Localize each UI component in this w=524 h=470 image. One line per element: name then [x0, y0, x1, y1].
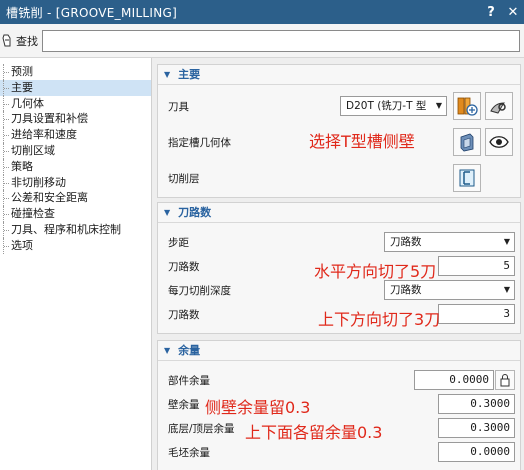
dropdown-arrow-icon: ▼ — [503, 285, 510, 294]
lock-button[interactable] — [495, 370, 515, 390]
sidebar-item-options[interactable]: 选项 — [0, 237, 151, 254]
tool-select-value: D20T (铣刀-T 型 — [346, 100, 427, 112]
dropdown-arrow-icon: ▼ — [435, 101, 442, 110]
title-bar: 槽铣削 - [GROOVE_MILLING] ? ✕ — [0, 0, 524, 24]
search-input[interactable] — [42, 29, 520, 52]
passes2-label: 刀路数 — [168, 308, 200, 321]
groove-geometry-icon — [460, 133, 474, 152]
sidebar-item-label: 非切削移动 — [11, 175, 66, 189]
content-panel: ▼ 主要 刀具 D20T (铣刀-T 型 ▼ 指定槽几何体 切削层 ▼ 刀路数 … — [152, 58, 524, 470]
annotation-select-wall: 选择T型槽侧壁 — [309, 132, 415, 151]
new-tool-button[interactable] — [453, 92, 481, 120]
part-stock-label: 部件余量 — [168, 374, 210, 387]
floor-top-stock-field[interactable]: 0.3000 — [438, 418, 515, 438]
sidebar-item-label: 几何体 — [11, 96, 44, 110]
group-header-main[interactable]: ▼ 主要 — [158, 65, 520, 85]
sidebar-item-strategy[interactable]: 策略 — [0, 158, 151, 175]
annotation-wall-stock: 侧壁余量留0.3 — [205, 398, 311, 417]
sidebar-item-geometry[interactable]: 几何体 — [0, 95, 151, 112]
collapse-chevron-icon: ▼ — [164, 69, 171, 79]
floor-top-stock-label: 底层/顶层余量 — [168, 422, 235, 435]
blank-stock-label: 毛坯余量 — [168, 446, 210, 459]
sidebar-item-main[interactable]: 主要 — [0, 79, 151, 96]
group-title: 主要 — [178, 67, 201, 81]
passes2-field[interactable]: 3 — [438, 304, 515, 324]
step-label: 步距 — [168, 236, 189, 249]
depth-per-cut-label: 每刀切削深度 — [168, 284, 231, 297]
group-header-stock[interactable]: ▼ 余量 — [158, 341, 520, 361]
wrench-icon — [490, 102, 506, 114]
sidebar-item-tool-settings[interactable]: 刀具设置和补偿 — [0, 111, 151, 128]
select-geometry-button[interactable] — [453, 128, 481, 156]
sidebar-item-label: 策略 — [11, 159, 33, 173]
annotation-top-bottom-stock: 上下面各留余量0.3 — [245, 423, 383, 442]
cut-layers-label: 切削层 — [168, 172, 200, 185]
eye-icon — [489, 136, 509, 148]
search-icon — [2, 34, 14, 48]
sidebar-item-tool-program-machine[interactable]: 刀具、程序和机床控制 — [0, 221, 151, 238]
sidebar-item-label: 碰撞检查 — [11, 207, 55, 221]
wall-stock-field[interactable]: 0.3000 — [438, 394, 515, 414]
sidebar-item-label: 刀具设置和补偿 — [11, 112, 88, 126]
search-label: 查找 — [16, 34, 38, 48]
cut-layers-button[interactable] — [453, 164, 481, 192]
sidebar-item-preview[interactable]: 预测 — [0, 64, 151, 80]
show-geometry-button[interactable] — [485, 128, 513, 156]
step-select-value: 刀路数 — [390, 236, 422, 248]
passes-label: 刀路数 — [168, 260, 200, 273]
group-title: 余量 — [178, 343, 201, 357]
sidebar-item-cut-regions[interactable]: 切削区域 — [0, 142, 151, 159]
search-bar: 查找 — [0, 24, 524, 58]
new-tool-icon — [457, 97, 478, 116]
collapse-chevron-icon: ▼ — [164, 207, 171, 217]
help-button[interactable]: ? — [480, 5, 502, 20]
cut-layers-icon — [459, 169, 475, 187]
sidebar-item-label: 公差和安全距离 — [11, 191, 88, 205]
lock-icon — [500, 374, 510, 387]
annotation-horizontal-passes: 水平方向切了5刀 — [314, 262, 437, 281]
sidebar-item-non-cutting[interactable]: 非切削移动 — [0, 174, 151, 191]
sidebar-item-label: 预测 — [11, 65, 33, 78]
depth-per-cut-select[interactable]: 刀路数 ▼ — [384, 280, 515, 300]
sidebar-item-collision-check[interactable]: 碰撞检查 — [0, 206, 151, 222]
depth-select-value: 刀路数 — [390, 284, 422, 296]
sidebar-item-label: 选项 — [11, 238, 33, 252]
close-button[interactable]: ✕ — [502, 5, 524, 20]
sidebar-item-label: 主要 — [11, 80, 33, 94]
step-select[interactable]: 刀路数 ▼ — [384, 232, 515, 252]
window-title: 槽铣削 - [GROOVE_MILLING] — [6, 5, 178, 20]
sidebar-item-feeds-speeds[interactable]: 进给率和速度 — [0, 127, 151, 143]
blank-stock-field[interactable]: 0.0000 — [438, 442, 515, 462]
dropdown-arrow-icon: ▼ — [503, 237, 510, 246]
sidebar-item-tolerances[interactable]: 公差和安全距离 — [0, 190, 151, 207]
tool-select[interactable]: D20T (铣刀-T 型 ▼ — [340, 96, 447, 116]
wall-stock-label: 壁余量 — [168, 398, 200, 411]
annotation-vertical-passes: 上下方向切了3刀 — [318, 310, 441, 329]
group-title: 刀路数 — [178, 205, 212, 219]
edit-tool-button[interactable] — [485, 92, 513, 120]
sidebar-item-label: 进给率和速度 — [11, 128, 77, 142]
part-stock-field[interactable]: 0.0000 — [414, 370, 494, 390]
group-header-toolpaths[interactable]: ▼ 刀路数 — [158, 203, 520, 223]
sidebar-tree: 预测 主要 几何体 刀具设置和补偿 进给率和速度 切削区域 策略 非切削移动 公… — [0, 58, 152, 470]
geometry-label: 指定槽几何体 — [168, 136, 231, 149]
sidebar-item-label: 刀具、程序和机床控制 — [11, 222, 121, 236]
sidebar-item-label: 切削区域 — [11, 143, 55, 157]
collapse-chevron-icon: ▼ — [164, 345, 171, 355]
passes-field[interactable]: 5 — [438, 256, 515, 276]
tool-label: 刀具 — [168, 100, 189, 113]
